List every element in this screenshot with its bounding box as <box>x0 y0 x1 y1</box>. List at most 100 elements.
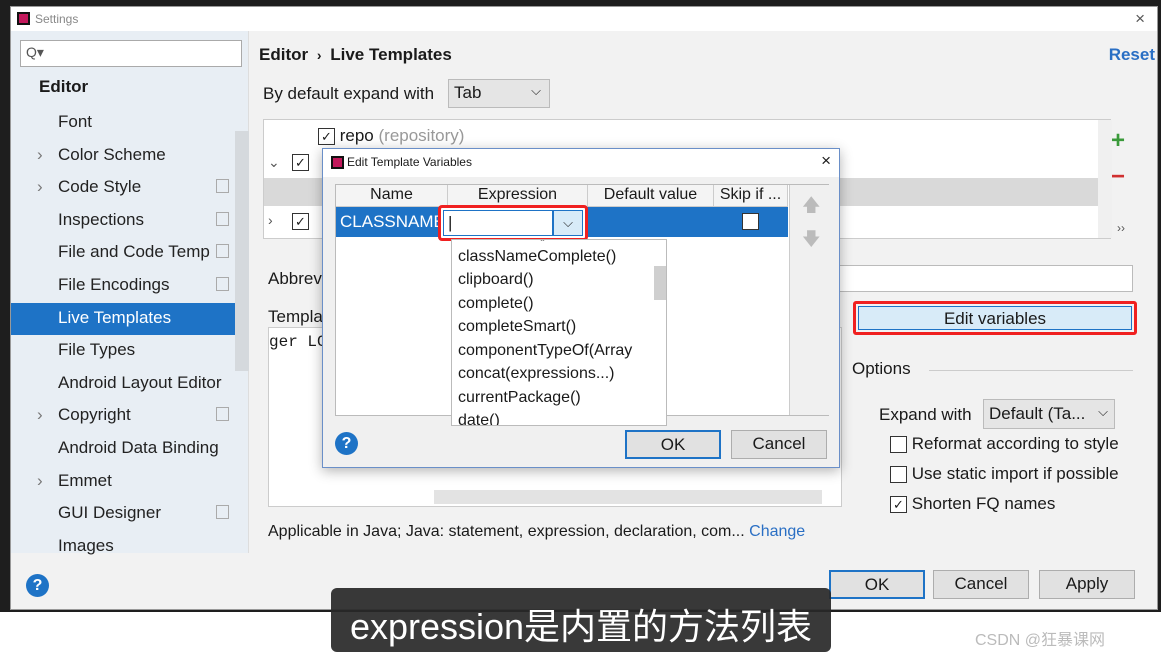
sidebar-item-label: Android Layout Editor <box>58 372 222 392</box>
close-icon[interactable]: × <box>1135 9 1145 29</box>
checkbox-unchecked-icon[interactable] <box>890 466 907 484</box>
description-input[interactable] <box>839 265 1133 292</box>
edit-variables-button[interactable]: Edit variables <box>858 306 1132 330</box>
add-icon[interactable]: + <box>1111 127 1125 155</box>
chevron-right-icon[interactable]: › <box>37 145 43 165</box>
cancel-button[interactable]: Cancel <box>933 570 1029 599</box>
chevron-right-icon[interactable]: › <box>37 177 43 197</box>
chevron-down-icon: ⌵ <box>531 83 541 98</box>
sidebar-item-label: Images <box>58 535 114 555</box>
static-import-option[interactable]: Use static import if possible <box>890 464 1119 484</box>
column-header[interactable]: Default value <box>588 185 714 207</box>
sidebar-item-label: Color Scheme <box>58 144 166 164</box>
reformat-option[interactable]: Reformat according to style <box>890 434 1119 454</box>
change-context-link[interactable]: Change <box>749 523 805 540</box>
checkbox-checked-icon[interactable]: ✓ <box>292 213 309 231</box>
tree-item-repo[interactable]: ✓ repo (repository) <box>318 126 464 146</box>
template-text-label: Templa <box>268 307 323 326</box>
column-header[interactable]: Skip if ... <box>714 185 788 207</box>
sidebar-item[interactable]: Images <box>11 531 237 563</box>
dropdown-option[interactable]: componentTypeOf(Array <box>452 342 632 366</box>
sidebar-item[interactable]: Live Templates <box>11 302 237 335</box>
sidebar-item[interactable]: › Copyright <box>11 400 237 432</box>
column-header[interactable]: Name <box>336 185 448 207</box>
apply-button[interactable]: Apply <box>1039 570 1135 599</box>
move-up-icon[interactable]: 🡅 <box>802 193 821 223</box>
checkbox-checked-icon[interactable]: ✓ <box>292 154 309 172</box>
options-divider <box>929 370 1133 371</box>
checkbox-unchecked-icon[interactable] <box>890 436 907 454</box>
expand-with-select[interactable]: Default (Ta... ⌵ <box>983 399 1115 429</box>
expanded-chevron-icon[interactable]: ⌄ <box>268 154 280 171</box>
collapsed-chevron-icon[interactable]: › <box>268 212 273 228</box>
chevron-right-icon[interactable]: › <box>37 471 43 491</box>
expand-default-select[interactable]: Tab ⌵ <box>448 79 550 108</box>
more-icon[interactable]: ›› <box>1117 221 1125 235</box>
sidebar-scrollbar[interactable] <box>235 131 249 371</box>
sidebar-item[interactable]: File and Code Temp <box>11 237 237 269</box>
expression-dropdown[interactable]: className()classNameComplete()clipboard(… <box>451 239 667 426</box>
project-copy-icon <box>216 505 229 520</box>
help-icon[interactable]: ? <box>335 432 358 455</box>
sidebar-item[interactable]: File Encodings <box>11 270 237 302</box>
help-icon[interactable]: ? <box>26 574 49 597</box>
ok-button[interactable]: OK <box>829 570 925 599</box>
breadcrumb-separator: › <box>316 47 322 63</box>
dropdown-option[interactable]: className() <box>452 240 632 248</box>
project-copy-icon <box>216 179 229 194</box>
reset-link[interactable]: Reset <box>1109 45 1155 65</box>
title-bar: Settings × <box>11 7 1157 31</box>
expression-input[interactable]: | <box>443 210 553 236</box>
window-title: Settings <box>35 12 79 26</box>
variable-name: CLASSNAME <box>340 212 445 231</box>
breadcrumb-live-templates: Live Templates <box>330 45 452 64</box>
sidebar-item[interactable]: Android Layout Editor <box>11 368 237 400</box>
dropdown-option[interactable]: clipboard() <box>452 271 632 295</box>
dropdown-option[interactable]: date() <box>452 412 632 425</box>
sidebar-item-label: File Encodings <box>58 275 170 294</box>
sidebar-item[interactable]: › Color Scheme <box>11 140 237 172</box>
sidebar-item[interactable]: › Emmet <box>11 466 237 498</box>
abbreviation-label: Abbrev <box>268 269 322 288</box>
skip-if-defined-checkbox[interactable] <box>742 213 759 230</box>
dropdown-scrollbar-thumb[interactable] <box>654 266 666 300</box>
search-input[interactable]: Q▾ <box>20 40 242 67</box>
search-icon: Q▾ <box>26 44 44 60</box>
sidebar-item[interactable]: › Code Style <box>11 172 237 204</box>
dialog-close-icon[interactable]: × <box>821 151 831 171</box>
dropdown-option[interactable]: completeSmart() <box>452 318 632 342</box>
edit-variables-highlight: Edit variables <box>853 301 1137 335</box>
template-code: ger LO <box>269 333 327 351</box>
sidebar-item-label: Android Data Binding <box>58 438 219 457</box>
checkbox-checked-icon[interactable]: ✓ <box>890 496 907 514</box>
checkbox-checked-icon[interactable]: ✓ <box>318 128 335 146</box>
shorten-fq-option[interactable]: ✓ Shorten FQ names <box>890 494 1055 514</box>
edit-template-variables-dialog: Edit Template Variables × Name Expression… <box>322 148 840 468</box>
dialog-cancel-button[interactable]: Cancel <box>731 430 827 459</box>
dropdown-option[interactable]: currentPackage() <box>452 389 632 413</box>
dialog-ok-button[interactable]: OK <box>625 430 721 459</box>
move-down-icon[interactable]: 🡇 <box>802 227 821 257</box>
editor-h-scrollbar[interactable] <box>434 490 822 504</box>
chevron-right-icon[interactable]: › <box>37 405 43 425</box>
tree-scrollbar[interactable] <box>1098 120 1112 238</box>
column-header[interactable]: Expression <box>448 185 588 207</box>
sidebar-section-editor[interactable]: Editor <box>39 77 88 97</box>
project-copy-icon <box>216 244 229 259</box>
video-subtitle: expression是内置的方法列表 <box>331 588 831 652</box>
chevron-down-icon[interactable]: ⌵ <box>553 210 583 236</box>
dropdown-option[interactable]: complete() <box>452 295 632 319</box>
sidebar-item[interactable]: Font <box>11 107 237 139</box>
sidebar-item[interactable]: File Types <box>11 335 237 367</box>
remove-icon[interactable]: − <box>1111 163 1125 191</box>
project-copy-icon <box>216 211 229 226</box>
dropdown-option[interactable]: classNameComplete() <box>452 248 632 272</box>
sidebar-item[interactable]: Android Data Binding <box>11 433 237 465</box>
dropdown-option[interactable]: concat(expressions...) <box>452 365 632 389</box>
sidebar-item[interactable]: Inspections <box>11 205 237 237</box>
sidebar-item[interactable]: GUI Designer <box>11 498 237 530</box>
expand-with-value: Default (Ta... <box>989 404 1086 423</box>
sidebar: Q▾ Editor Font › Color Scheme › Code Style In… <box>11 31 249 555</box>
sidebar-item-label: GUI Designer <box>58 503 161 523</box>
project-copy-icon <box>216 277 229 291</box>
